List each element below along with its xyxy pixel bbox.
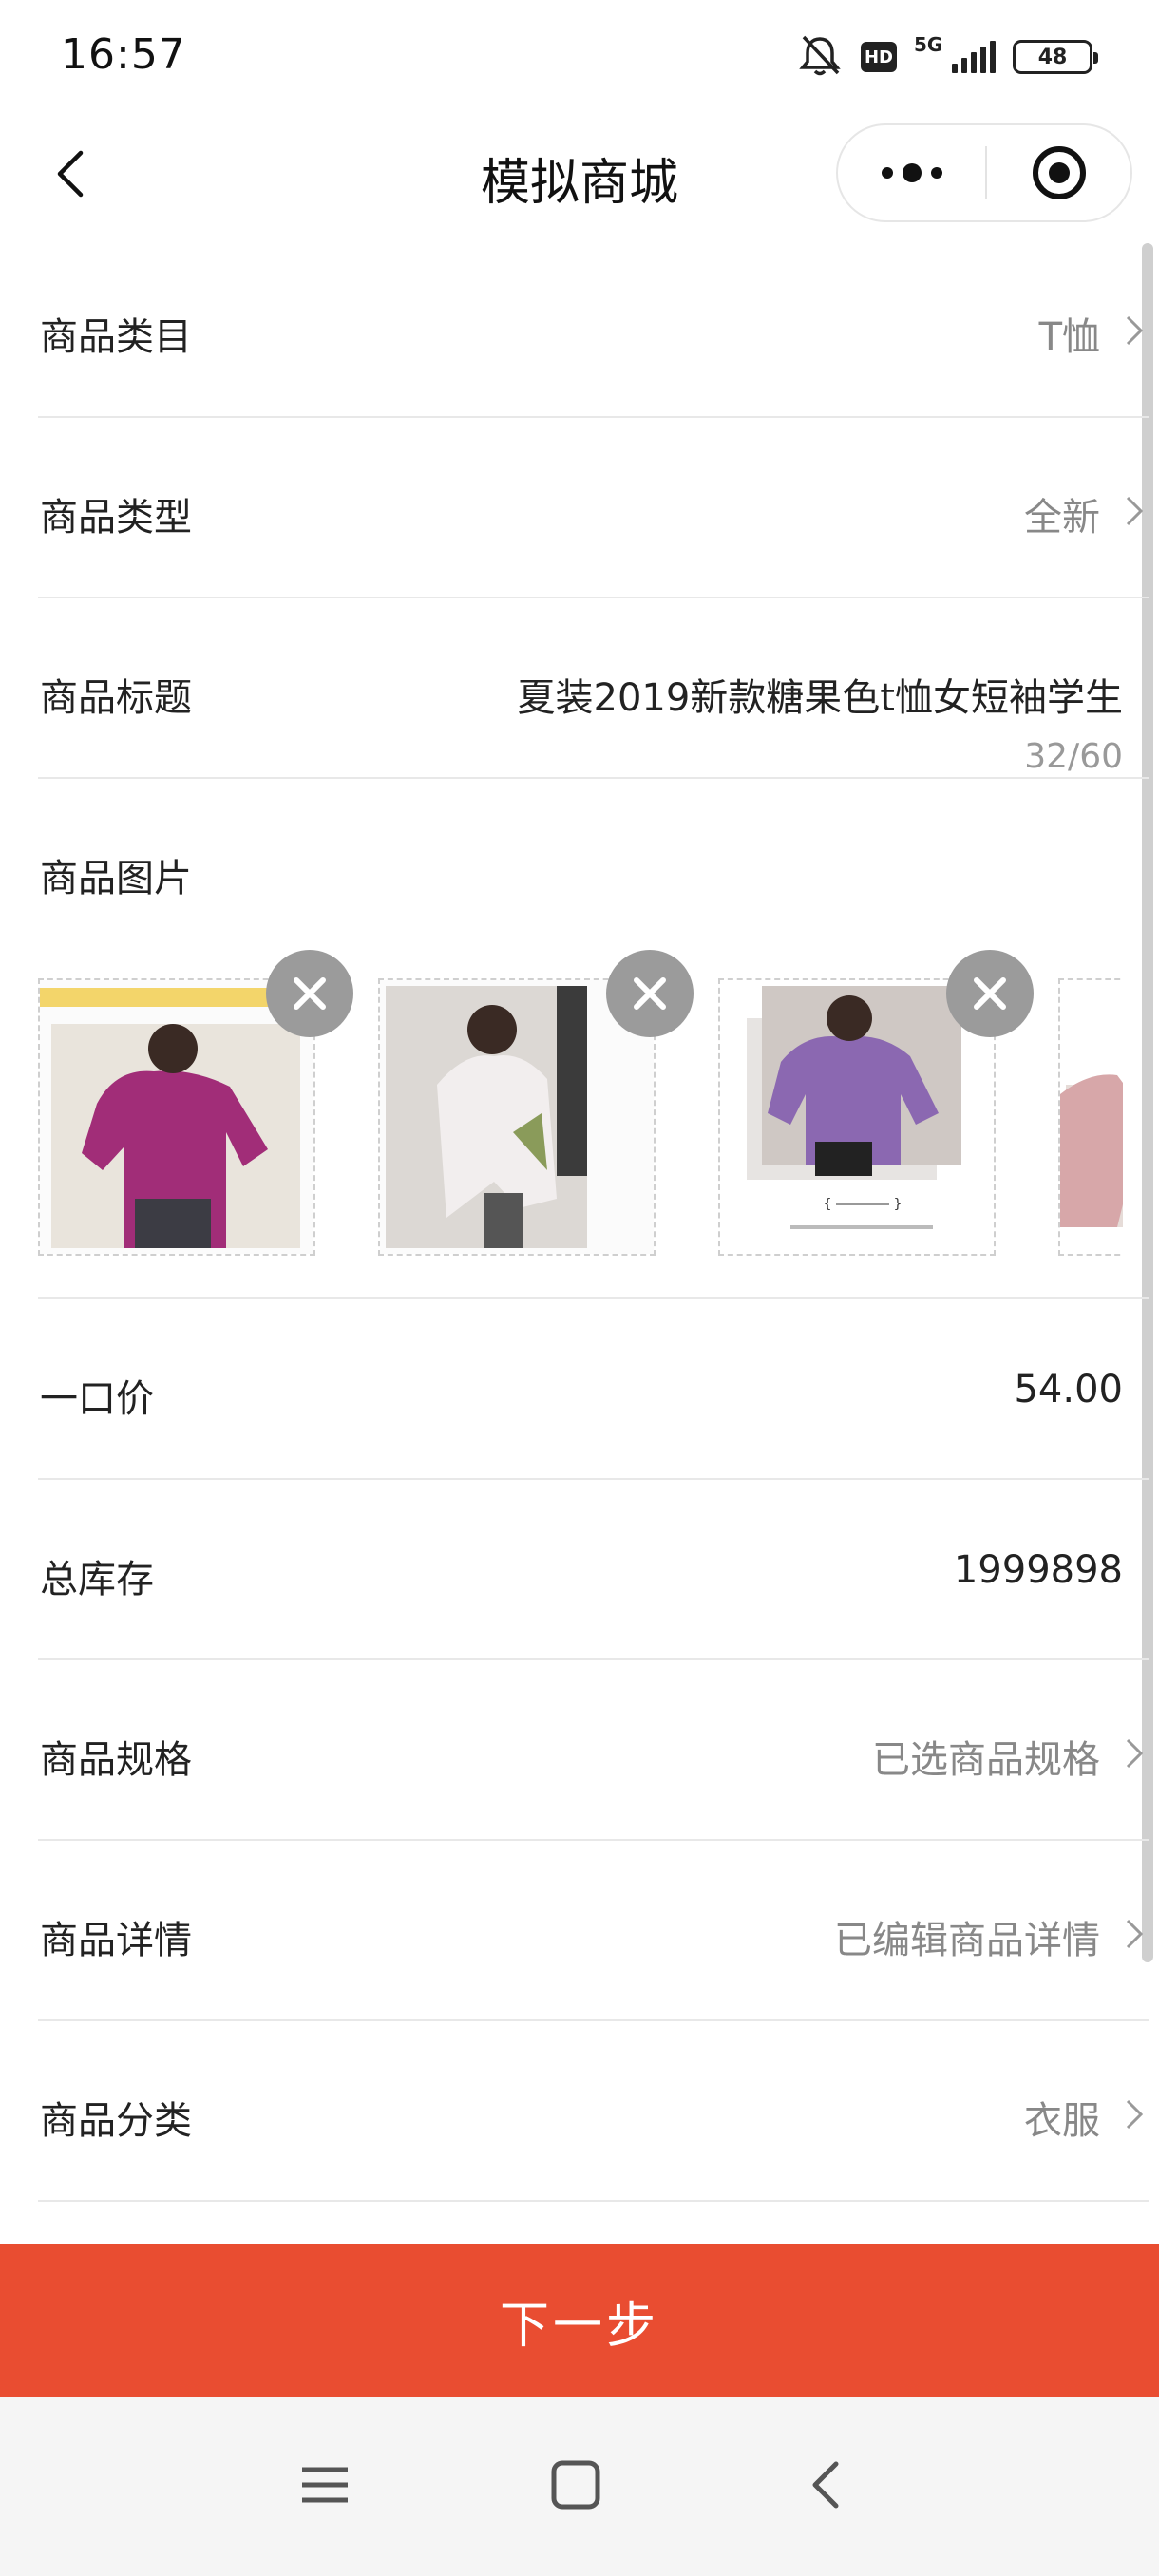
type-value: 全新 [1024,496,1100,540]
classification-label: 商品分类 [40,2099,192,2143]
row-title[interactable]: 商品标题 夏装2019新款糖果色t恤女短袖学生 32/60 [38,598,1150,779]
image-gallery[interactable]: { ―――― } [38,950,1123,1263]
next-step-button[interactable]: 下一步 [0,2244,1159,2397]
menu-icon [302,2467,348,2503]
product-photo-2 [380,980,654,1254]
row-price[interactable]: 一口价 54.00 [38,1299,1150,1480]
hd-badge: HD [861,42,897,72]
title-label: 商品标题 [40,676,192,720]
product-photo-4 [1060,980,1123,1254]
battery-icon: 48 [1013,40,1098,74]
type-label: 商品类型 [40,496,192,540]
close-icon [634,977,666,1010]
product-image-2[interactable] [378,978,656,1256]
home-button[interactable] [538,2447,614,2523]
product-form: 商品类目 T恤 商品类型 全新 商品标题 夏装2019新款糖果色t恤女短袖学生 … [0,237,1150,2202]
images-label: 商品图片 [40,857,192,900]
remove-image-2-button[interactable] [606,950,694,1037]
category-value: T恤 [1038,315,1100,359]
title-char-counter: 32/60 [1024,737,1123,776]
back-triangle-icon [812,2461,839,2509]
product-image-1[interactable] [38,978,315,1256]
status-icons: HD 5G 48 [796,33,1098,81]
remove-image-1-button[interactable] [266,950,353,1037]
row-spec[interactable]: 商品规格 已选商品规格 [38,1660,1150,1841]
chevron-right-icon [1119,492,1150,530]
product-image-4[interactable] [1058,978,1123,1256]
close-icon [294,977,326,1010]
nav-bar: 模拟商城 [0,114,1159,232]
row-type[interactable]: 商品类型 全新 [38,418,1150,598]
detail-value: 已编辑商品详情 [834,1919,1100,1962]
row-category[interactable]: 商品类目 T恤 [38,237,1150,418]
more-button[interactable] [838,125,985,220]
target-circle-icon [1032,146,1086,199]
page: 16:57 HD 5G 48 模拟商城 商品类目 T恤 商品类型 全新 商品标题… [0,0,1159,2576]
chevron-right-icon [1119,2095,1150,2133]
product-image-3[interactable]: { ―――― } [718,978,996,1256]
chevron-right-icon [1119,1915,1150,1953]
stock-label: 总库存 [40,1558,154,1601]
row-images: 商品图片 {――――} [38,779,1150,1299]
svg-text:{ ―――― }: { ―――― } [824,1197,902,1212]
classification-value: 衣服 [1024,2099,1100,2143]
product-photo-1 [40,980,314,1254]
status-bar: 16:57 HD 5G 48 [0,0,1159,114]
row-detail[interactable]: 商品详情 已编辑商品详情 [38,1841,1150,2021]
row-stock[interactable]: 总库存 1999898 [38,1480,1150,1660]
spec-value: 已选商品规格 [872,1738,1100,1782]
spec-label: 商品规格 [40,1738,192,1782]
stock-input[interactable]: 1999898 [954,1548,1123,1592]
more-dots-icon [881,167,893,179]
menu-button[interactable] [287,2447,363,2523]
close-icon [974,977,1006,1010]
silent-bell-icon [796,33,844,81]
product-photo-3: { ―――― } [720,980,994,1254]
status-time: 16:57 [61,30,186,79]
chevron-right-icon [1119,312,1150,350]
remove-image-3-button[interactable] [946,950,1034,1037]
close-mini-program-button[interactable] [987,125,1130,220]
home-square-icon [551,2460,600,2510]
detail-label: 商品详情 [40,1919,192,1962]
system-back-button[interactable] [788,2447,864,2523]
row-classification[interactable]: 商品分类 衣服 [38,2021,1150,2202]
chevron-right-icon [1119,1734,1150,1772]
signal-icon: 5G [914,33,996,73]
category-label: 商品类目 [40,315,192,359]
battery-level: 48 [1037,45,1068,69]
price-input[interactable]: 54.00 [1014,1368,1123,1411]
title-input[interactable]: 夏装2019新款糖果色t恤女短袖学生 [518,667,1123,722]
mini-program-capsule [836,123,1132,222]
network-type: 5G [914,33,943,56]
system-nav-bar [0,2397,1159,2576]
price-label: 一口价 [40,1377,154,1421]
